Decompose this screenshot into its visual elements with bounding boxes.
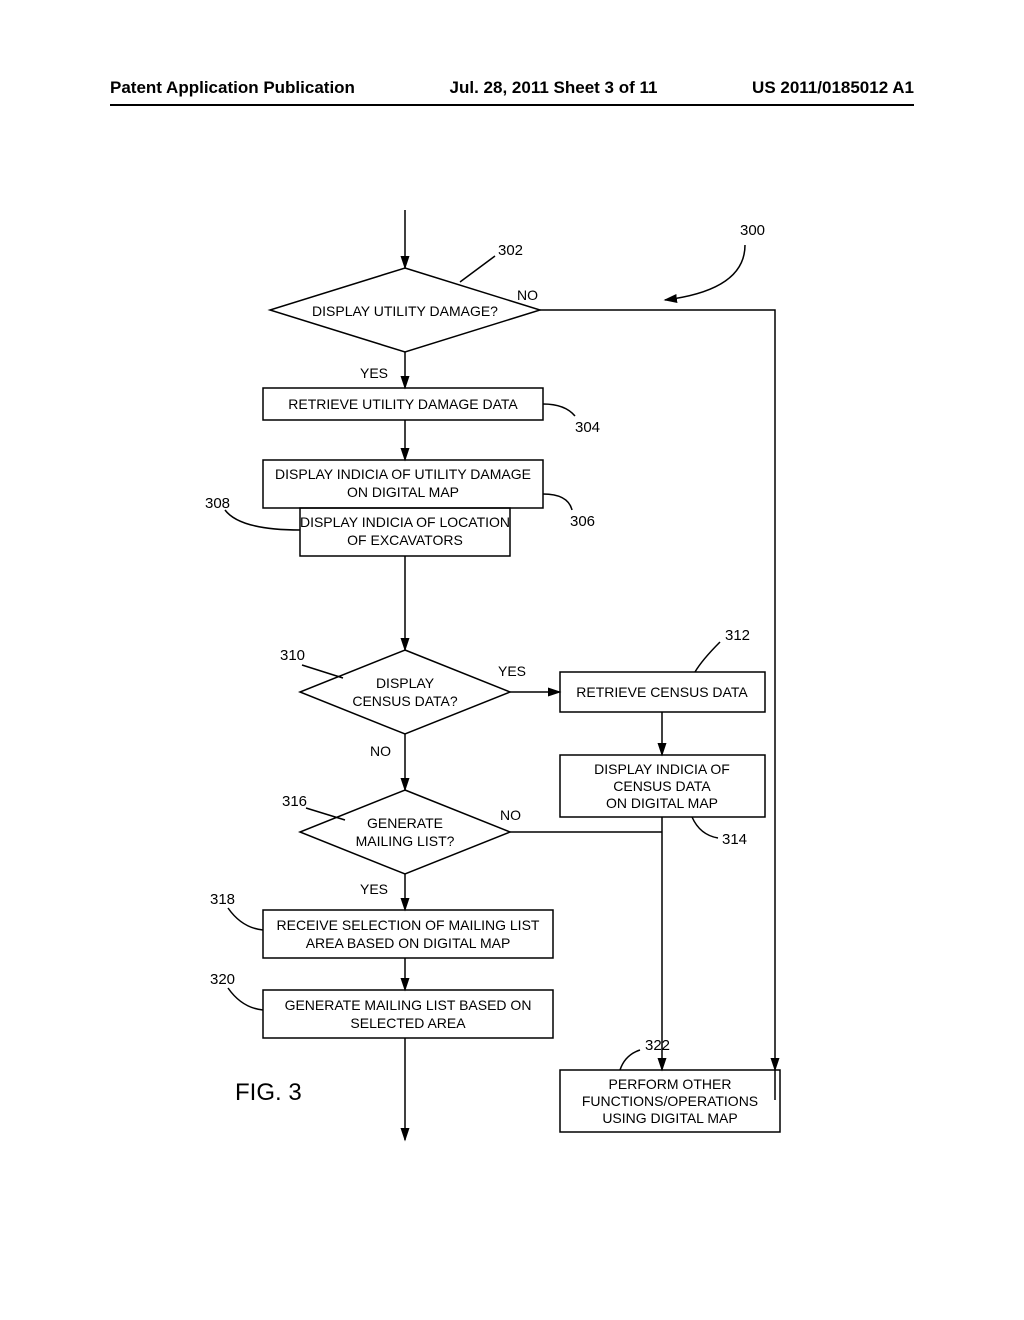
ref-320: 320 bbox=[210, 971, 235, 988]
label-yes-302: YES bbox=[360, 365, 388, 381]
flowchart: 300 DISPLAY UTILITY DAMAGE? 302 NO YES R… bbox=[0, 0, 1024, 1320]
ref-300: 300 bbox=[740, 222, 765, 239]
decision-display-utility-damage: DISPLAY UTILITY DAMAGE? bbox=[270, 268, 540, 352]
svg-text:DISPLAY: DISPLAY bbox=[376, 675, 435, 691]
box-retrieve-utility-damage: RETRIEVE UTILITY DAMAGE DATA bbox=[263, 388, 543, 420]
ref-322: 322 bbox=[645, 1037, 670, 1054]
box-generate-mailing-list: GENERATE MAILING LIST BASED ON SELECTED … bbox=[263, 990, 553, 1038]
svg-text:RETRIEVE UTILITY DAMAGE DATA: RETRIEVE UTILITY DAMAGE DATA bbox=[288, 396, 518, 412]
decision-generate-mailing: GENERATE MAILING LIST? bbox=[300, 790, 510, 874]
ref-312: 312 bbox=[725, 627, 750, 644]
box-display-census: DISPLAY INDICIA OF CENSUS DATA ON DIGITA… bbox=[560, 755, 765, 817]
ref-310: 310 bbox=[280, 647, 305, 664]
label-yes-316: YES bbox=[360, 881, 388, 897]
svg-text:DISPLAY UTILITY DAMAGE?: DISPLAY UTILITY DAMAGE? bbox=[312, 303, 498, 319]
box-perform-other: PERFORM OTHER FUNCTIONS/OPERATIONS USING… bbox=[560, 1070, 780, 1132]
ref-308: 308 bbox=[205, 495, 230, 512]
svg-text:CENSUS DATA: CENSUS DATA bbox=[613, 778, 711, 794]
svg-text:USING DIGITAL MAP: USING DIGITAL MAP bbox=[602, 1110, 737, 1126]
svg-text:SELECTED AREA: SELECTED AREA bbox=[350, 1015, 466, 1031]
svg-text:ON DIGITAL MAP: ON DIGITAL MAP bbox=[606, 795, 718, 811]
svg-text:RECEIVE SELECTION OF MAILING L: RECEIVE SELECTION OF MAILING LIST bbox=[277, 917, 540, 933]
svg-text:AREA BASED ON DIGITAL MAP: AREA BASED ON DIGITAL MAP bbox=[306, 935, 511, 951]
figure-label: FIG. 3 bbox=[235, 1079, 302, 1106]
decision-display-census: DISPLAY CENSUS DATA? bbox=[300, 650, 510, 734]
svg-text:GENERATE: GENERATE bbox=[367, 815, 443, 831]
svg-text:ON DIGITAL MAP: ON DIGITAL MAP bbox=[347, 484, 459, 500]
box-display-utility-damage: DISPLAY INDICIA OF UTILITY DAMAGE ON DIG… bbox=[263, 460, 543, 508]
svg-text:DISPLAY INDICIA OF UTILITY DAM: DISPLAY INDICIA OF UTILITY DAMAGE bbox=[275, 466, 531, 482]
svg-text:DISPLAY INDICIA OF LOCATION: DISPLAY INDICIA OF LOCATION bbox=[300, 514, 510, 530]
svg-text:GENERATE MAILING LIST BASED ON: GENERATE MAILING LIST BASED ON bbox=[285, 997, 532, 1013]
label-yes-310: YES bbox=[498, 663, 526, 679]
svg-text:FUNCTIONS/OPERATIONS: FUNCTIONS/OPERATIONS bbox=[582, 1093, 758, 1109]
ref-314: 314 bbox=[722, 831, 747, 848]
box-receive-selection: RECEIVE SELECTION OF MAILING LIST AREA B… bbox=[263, 910, 553, 958]
svg-text:DISPLAY INDICIA OF: DISPLAY INDICIA OF bbox=[594, 761, 730, 777]
label-no-302: NO bbox=[517, 287, 538, 303]
svg-text:PERFORM OTHER: PERFORM OTHER bbox=[609, 1076, 732, 1092]
label-no-310: NO bbox=[370, 743, 391, 759]
ref-316: 316 bbox=[282, 793, 307, 810]
box-display-excavators: DISPLAY INDICIA OF LOCATION OF EXCAVATOR… bbox=[300, 508, 510, 556]
ref-306: 306 bbox=[570, 513, 595, 530]
svg-text:OF EXCAVATORS: OF EXCAVATORS bbox=[347, 532, 463, 548]
ref-304: 304 bbox=[575, 419, 600, 436]
ref-318: 318 bbox=[210, 891, 235, 908]
label-no-316: NO bbox=[500, 807, 521, 823]
svg-text:MAILING LIST?: MAILING LIST? bbox=[356, 833, 455, 849]
box-retrieve-census: RETRIEVE CENSUS DATA bbox=[560, 672, 765, 712]
ref-302: 302 bbox=[498, 242, 523, 259]
svg-text:CENSUS DATA?: CENSUS DATA? bbox=[352, 693, 457, 709]
svg-text:RETRIEVE CENSUS DATA: RETRIEVE CENSUS DATA bbox=[576, 684, 748, 700]
